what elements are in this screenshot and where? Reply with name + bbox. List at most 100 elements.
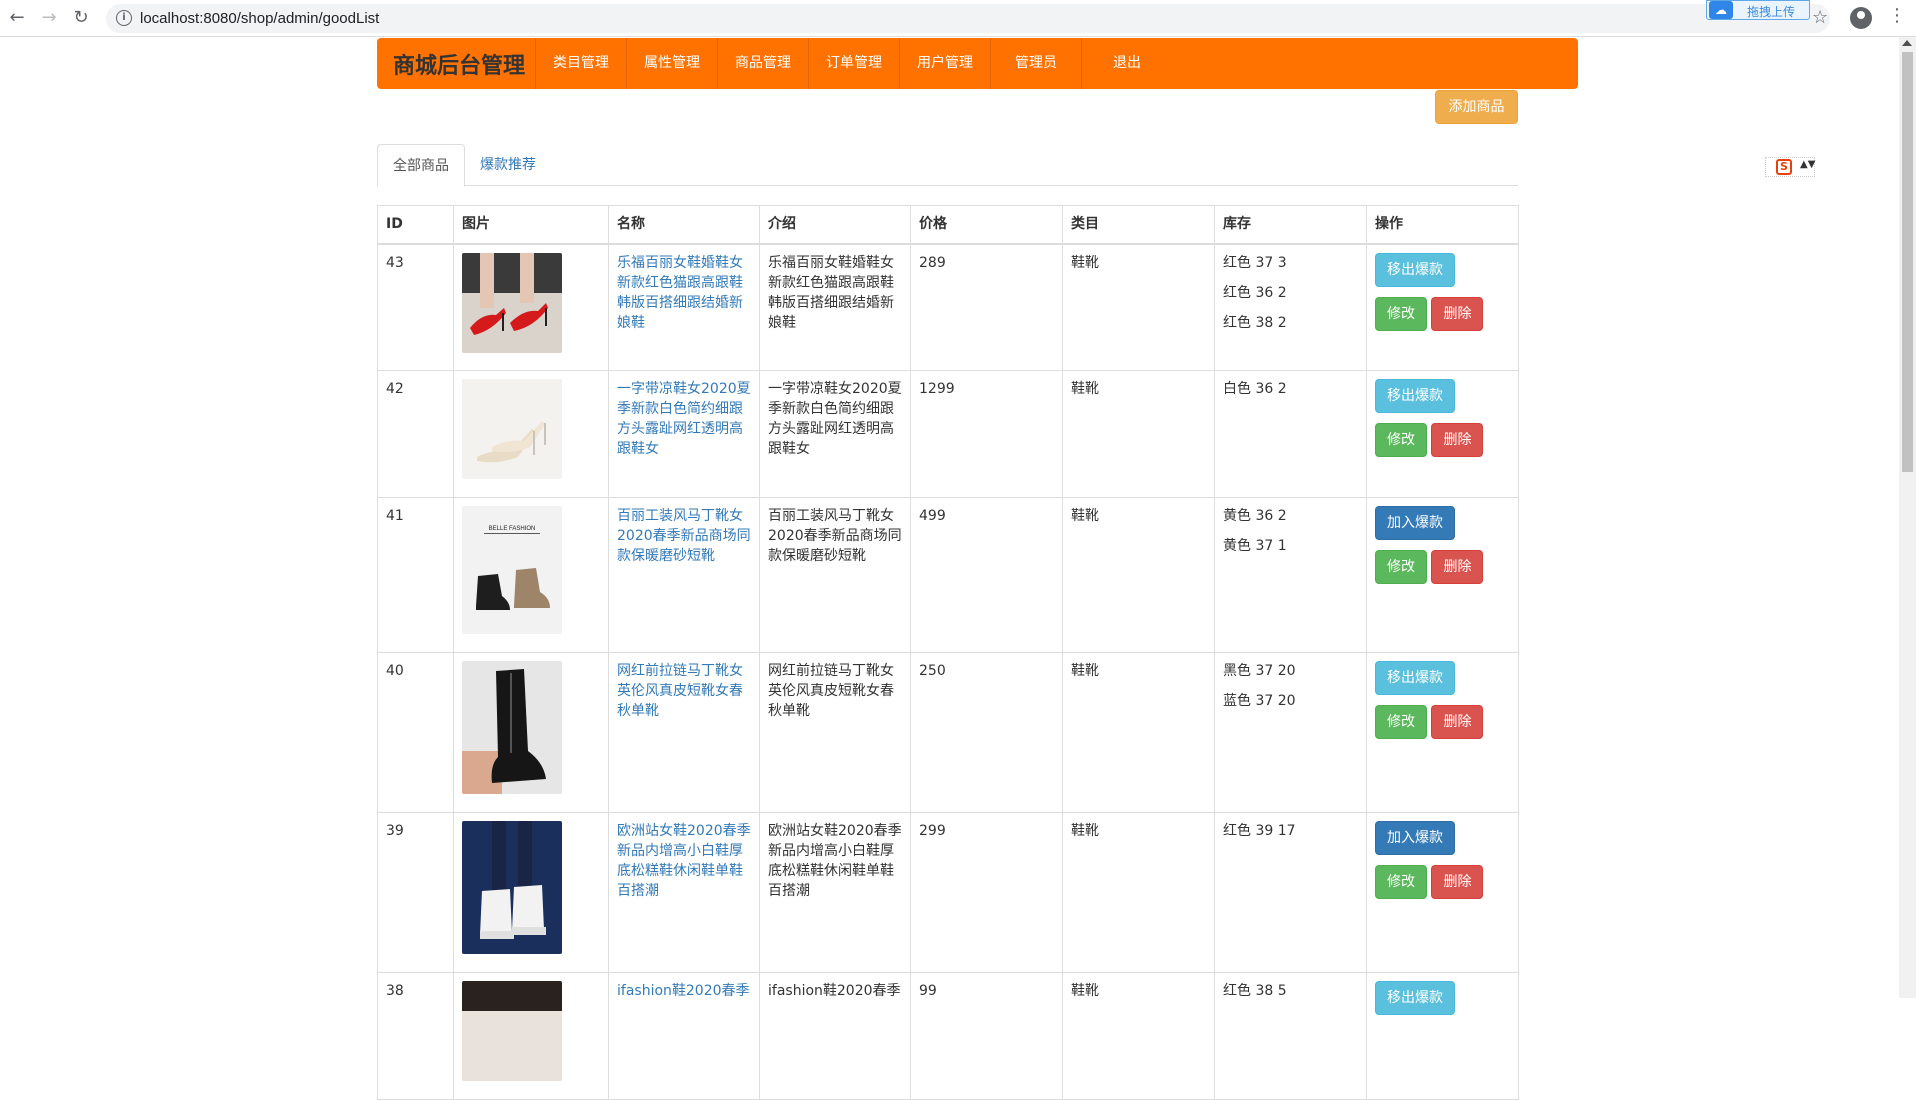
image-brand-text: BELLE FASHION xyxy=(489,526,536,532)
table-row: 38 ifashion鞋2020春季 ifashion鞋2020春季 99 鞋靴… xyxy=(377,972,1519,1100)
product-name-link[interactable]: 一字带凉鞋女2020夏季新款白色简约细跟方头露趾网红透明高跟鞋女 xyxy=(617,381,751,457)
cell-name: ifashion鞋2020春季 xyxy=(608,972,760,1100)
stock-entry: 黄色 36 2 xyxy=(1223,508,1287,524)
admin-navbar: 商城后台管理 类目管理 属性管理 商品管理 订单管理 用户管理 管理员 退出 xyxy=(377,38,1578,89)
back-arrow-icon[interactable]: ← xyxy=(6,7,28,29)
remove-hot-button[interactable]: 移出爆款 xyxy=(1375,981,1455,1015)
add-hot-button[interactable]: 加入爆款 xyxy=(1375,506,1455,540)
stock-entry: 红色 36 2 xyxy=(1223,284,1287,301)
cell-actions: 移出爆款 修改 删除 xyxy=(1366,243,1519,371)
delete-button[interactable]: 删除 xyxy=(1431,550,1484,584)
upload-extension-label: 拖拽上传 xyxy=(1747,5,1796,19)
cell-price: 289 xyxy=(910,243,1063,371)
cell-image xyxy=(453,972,609,1100)
nav-attribute[interactable]: 属性管理 xyxy=(626,38,717,89)
col-header-image: 图片 xyxy=(453,205,609,245)
edit-button[interactable]: 修改 xyxy=(1375,705,1427,739)
stock-entry: 黄色 37 1 xyxy=(1223,538,1287,554)
product-image-ifashion-shoes xyxy=(462,981,562,1081)
add-goods-button[interactable]: 添加商品 xyxy=(1435,90,1518,124)
nav-admin[interactable]: 管理员 xyxy=(990,38,1081,89)
tab-hot-goods[interactable]: 爆款推荐 xyxy=(465,144,551,187)
cell-actions: 移出爆款 修改 删除 xyxy=(1366,370,1519,498)
edit-button[interactable]: 修改 xyxy=(1375,550,1427,584)
cell-category: 鞋靴 xyxy=(1062,243,1215,371)
delete-button[interactable]: 删除 xyxy=(1431,865,1484,899)
col-header-intro: 介绍 xyxy=(759,205,911,245)
nav-orders[interactable]: 订单管理 xyxy=(808,38,899,89)
cell-actions: 移出爆款 修改 删除 xyxy=(1366,652,1519,813)
cell-stock: 黑色 37 20 蓝色 37 20 xyxy=(1214,652,1367,813)
cell-image xyxy=(453,812,609,973)
product-name-link[interactable]: 欧洲站女鞋2020春季新品内增高小白鞋厚底松糕鞋休闲鞋单鞋百搭潮 xyxy=(617,823,751,899)
upload-extension[interactable]: ☁ 拖拽上传 xyxy=(1706,0,1810,20)
remove-hot-button[interactable]: 移出爆款 xyxy=(1375,661,1455,695)
product-image-red-heels xyxy=(462,252,562,353)
ime-dropdown-icon[interactable]: ▲▼ xyxy=(1800,159,1815,170)
stock-entry: 红色 38 2 xyxy=(1223,314,1287,331)
cell-price: 299 xyxy=(910,812,1063,973)
reload-icon[interactable]: ↻ xyxy=(70,7,92,29)
account-icon[interactable] xyxy=(1850,7,1872,29)
cell-id: 39 xyxy=(377,812,454,973)
col-header-name: 名称 xyxy=(608,205,760,245)
scrollbar-thumb[interactable] xyxy=(1902,52,1913,472)
cell-category: 鞋靴 xyxy=(1062,972,1215,1100)
delete-button[interactable]: 删除 xyxy=(1431,296,1484,331)
add-hot-button[interactable]: 加入爆款 xyxy=(1375,821,1455,855)
nav-category[interactable]: 类目管理 xyxy=(535,38,626,89)
product-name-link[interactable]: 百丽工装风马丁靴女2020春季新品商场同款保暖磨砂短靴 xyxy=(617,508,751,564)
scroll-up-arrow-icon[interactable] xyxy=(1902,40,1912,46)
url-text[interactable]: localhost:8080/shop/admin/goodList xyxy=(140,10,379,27)
product-name-link[interactable]: 乐福百丽女鞋婚鞋女新款红色猫跟高跟鞋韩版百搭细跟结婚新娘鞋 xyxy=(617,255,743,331)
cell-intro: 乐福百丽女鞋婚鞋女新款红色猫跟高跟鞋韩版百搭细跟结婚新娘鞋 xyxy=(759,243,911,371)
edit-button[interactable]: 修改 xyxy=(1375,423,1427,457)
delete-button[interactable]: 删除 xyxy=(1431,423,1484,457)
cell-stock: 红色 37 3 红色 36 2 红色 38 2 xyxy=(1214,243,1367,371)
cell-intro: 百丽工装风马丁靴女2020春季新品商场同款保暖磨砂短靴 xyxy=(759,497,911,653)
product-name-link[interactable]: 网红前拉链马丁靴女英伦风真皮短靴女春秋单靴 xyxy=(617,663,743,719)
stock-entry: 红色 38 5 xyxy=(1223,983,1287,999)
cell-stock: 黄色 36 2 黄色 37 1 xyxy=(1214,497,1367,653)
menu-kebab-icon[interactable]: ⋮ xyxy=(1888,5,1906,26)
nav-goods[interactable]: 商品管理 xyxy=(717,38,808,89)
stock-entry: 黑色 37 20 xyxy=(1223,663,1296,679)
brand-title[interactable]: 商城后台管理 xyxy=(393,48,525,80)
remove-hot-button[interactable]: 移出爆款 xyxy=(1375,379,1455,413)
col-header-stock: 库存 xyxy=(1214,205,1367,245)
product-image-white-sandals xyxy=(462,379,562,479)
cell-stock: 红色 39 17 xyxy=(1214,812,1367,973)
cell-intro: 欧洲站女鞋2020春季新品内增高小白鞋厚底松糕鞋休闲鞋单鞋百搭潮 xyxy=(759,812,911,973)
cell-stock: 白色 36 2 xyxy=(1214,370,1367,498)
cell-name: 欧洲站女鞋2020春季新品内增高小白鞋厚底松糕鞋休闲鞋单鞋百搭潮 xyxy=(608,812,760,973)
edit-button[interactable]: 修改 xyxy=(1375,865,1427,899)
cell-id: 43 xyxy=(377,243,454,371)
edit-button[interactable]: 修改 xyxy=(1375,296,1427,331)
cell-id: 42 xyxy=(377,370,454,498)
product-image-black-zip-boots xyxy=(462,661,562,794)
stock-entry: 蓝色 37 20 xyxy=(1223,693,1296,709)
tab-all-goods[interactable]: 全部商品 xyxy=(377,144,465,187)
forward-arrow-icon[interactable]: → xyxy=(38,7,60,29)
cell-category: 鞋靴 xyxy=(1062,497,1215,653)
cell-intro: 一字带凉鞋女2020夏季新款白色简约细跟方头露趾网红透明高跟鞋女 xyxy=(759,370,911,498)
cloud-icon: ☁ xyxy=(1709,1,1733,19)
cell-id: 40 xyxy=(377,652,454,813)
info-icon[interactable]: i xyxy=(116,10,132,26)
table-row: 39 欧洲站女鞋2020春季新品内增高小白鞋厚底松糕鞋休闲鞋单鞋百搭潮 欧洲站女… xyxy=(377,812,1519,973)
cell-name: 百丽工装风马丁靴女2020春季新品商场同款保暖磨砂短靴 xyxy=(608,497,760,653)
nav-users[interactable]: 用户管理 xyxy=(899,38,990,89)
sogou-ime-icon: S xyxy=(1776,159,1792,175)
address-bar[interactable]: i localhost:8080/shop/admin/goodList xyxy=(106,4,1830,33)
ime-indicator[interactable]: S ▲▼ xyxy=(1765,157,1815,177)
cell-name: 网红前拉链马丁靴女英伦风真皮短靴女春秋单靴 xyxy=(608,652,760,813)
cell-name: 一字带凉鞋女2020夏季新款白色简约细跟方头露趾网红透明高跟鞋女 xyxy=(608,370,760,498)
cell-image xyxy=(453,370,609,498)
nav-logout[interactable]: 退出 xyxy=(1081,38,1172,89)
col-header-actions: 操作 xyxy=(1366,205,1519,245)
bookmark-star-icon[interactable]: ☆ xyxy=(1812,7,1828,28)
delete-button[interactable]: 删除 xyxy=(1431,705,1484,739)
product-name-link[interactable]: ifashion鞋2020春季 xyxy=(617,983,750,999)
remove-hot-button[interactable]: 移出爆款 xyxy=(1375,252,1455,287)
table-row: 42 一字带凉鞋女2020夏季新款白色简约细跟方头露趾网红透明高跟鞋女 一字带凉… xyxy=(377,370,1519,498)
